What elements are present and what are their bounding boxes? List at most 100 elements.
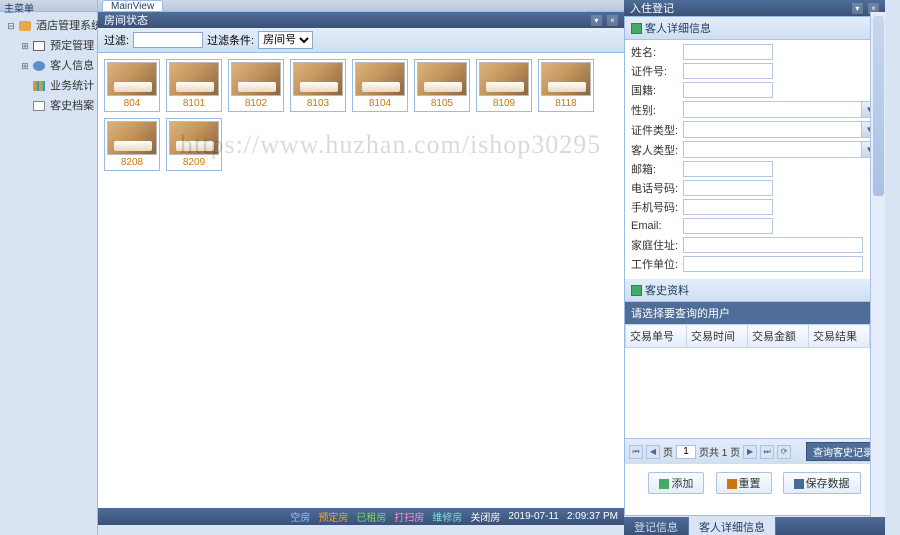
room-card[interactable]: 8118: [538, 59, 594, 112]
room-thumbnail: [169, 121, 219, 155]
document-icon: [33, 101, 45, 111]
room-number: 8118: [541, 96, 591, 109]
combo-guesttype[interactable]: ▼: [683, 141, 878, 158]
tree-root[interactable]: ⊟ 酒店管理系统: [2, 15, 95, 35]
room-grid: 804 8101 81028103810481058109 8118 8208 8209: [98, 53, 624, 518]
filter-condition-select[interactable]: 房间号: [258, 31, 313, 49]
label-email: Email:: [631, 220, 683, 232]
query-history-button[interactable]: 查询客史记录: [806, 442, 880, 461]
tree-label: 客人信息: [50, 60, 94, 72]
expand-icon[interactable]: ⊞: [20, 41, 30, 52]
legend-reserved: 预定房: [318, 509, 348, 524]
page-total: 页共 1 页: [699, 444, 740, 459]
home-icon: [19, 21, 31, 31]
sidebar: 主菜单 ⊟ 酒店管理系统 ⊞ 预定管理 ⊞ 客人信息 ⊞ 业务统计: [0, 0, 98, 535]
filter-input[interactable]: [133, 32, 203, 48]
reset-icon: [727, 479, 737, 489]
room-card[interactable]: 8104: [352, 59, 408, 112]
label-name: 姓名:: [631, 44, 683, 60]
tab-register-info[interactable]: 登记信息: [624, 517, 689, 535]
room-card[interactable]: 8208: [104, 118, 160, 171]
input-phone[interactable]: [683, 180, 773, 196]
refresh-button[interactable]: ⟳: [777, 445, 791, 459]
history-hint: 请选择要查询的用户: [625, 302, 884, 324]
collapse-icon[interactable]: ▾: [852, 3, 863, 14]
combo-guesttype-input[interactable]: [684, 142, 861, 157]
input-workunit[interactable]: [683, 256, 863, 272]
chart-icon: [33, 81, 45, 91]
room-card[interactable]: 804: [104, 59, 160, 112]
tree-item-history[interactable]: ⊞ 客史档案: [16, 95, 95, 115]
reset-button[interactable]: 重置: [716, 472, 772, 494]
tree-item-reservation[interactable]: ⊞ 预定管理: [16, 35, 95, 55]
nav-tree: ⊟ 酒店管理系统 ⊞ 预定管理 ⊞ 客人信息 ⊞ 业务统计 ⊞: [0, 12, 97, 118]
col-result[interactable]: 交易结果: [809, 325, 870, 348]
room-number: 8208: [107, 155, 157, 168]
room-number: 8101: [169, 96, 219, 109]
scrollbar-thumb[interactable]: [873, 16, 884, 196]
col-orderno[interactable]: 交易单号: [626, 325, 687, 348]
first-page-button[interactable]: ⏮: [629, 445, 643, 459]
combo-idtype-input[interactable]: [684, 122, 861, 137]
prev-page-button[interactable]: ◀: [646, 445, 660, 459]
plus-icon: [659, 479, 669, 489]
bottom-tab-strip: 登记信息 客人详细信息: [624, 517, 885, 535]
filter-condition-label: 过滤条件:: [207, 32, 254, 48]
checkin-title: 入住登记: [630, 0, 674, 16]
input-idno[interactable]: [683, 63, 773, 79]
legend-cleaning: 打扫房: [394, 509, 424, 524]
action-bar: 添加 重置 保存数据: [625, 464, 884, 502]
status-date: 2019-07-11: [508, 511, 558, 522]
room-card[interactable]: 8102: [228, 59, 284, 112]
right-scrollbar[interactable]: [870, 12, 885, 517]
room-number: 804: [107, 96, 157, 109]
save-button[interactable]: 保存数据: [783, 472, 861, 494]
input-email[interactable]: [683, 218, 773, 234]
room-card[interactable]: 8101: [166, 59, 222, 112]
guest-form: 姓名: 证件号: 国籍: 性别:▼ 证件类型:▼ 客人类型:▼ 邮箱: 电话号码…: [625, 40, 884, 279]
label-gender: 性别:: [631, 102, 683, 118]
room-thumbnail: [541, 62, 591, 96]
disk-icon: [631, 285, 642, 296]
add-button[interactable]: 添加: [648, 472, 704, 494]
room-thumbnail: [293, 62, 343, 96]
tab-mainview[interactable]: MainView: [102, 0, 163, 11]
legend-closed: 关闭房: [470, 509, 500, 524]
room-thumbnail: [107, 62, 157, 96]
room-card[interactable]: 8105: [414, 59, 470, 112]
combo-idtype[interactable]: ▼: [683, 121, 878, 138]
tree-label: 预定管理: [50, 40, 94, 52]
tab-guest-detail[interactable]: 客人详细信息: [689, 517, 776, 535]
page-input[interactable]: [676, 445, 696, 459]
input-email2[interactable]: [683, 161, 773, 177]
combo-gender[interactable]: ▼: [683, 101, 878, 118]
expand-icon[interactable]: ⊞: [20, 61, 30, 72]
disk-icon: [631, 23, 642, 34]
room-card[interactable]: 8103: [290, 59, 346, 112]
input-mobile[interactable]: [683, 199, 773, 215]
history-grid-body: [625, 348, 884, 438]
close-icon[interactable]: ×: [607, 15, 618, 26]
combo-gender-input[interactable]: [684, 102, 861, 117]
room-card[interactable]: 8209: [166, 118, 222, 171]
calendar-icon: [33, 41, 45, 51]
main-area: MainView 房间状态 ▾ × 过滤: 过滤条件: 房间号 80481018…: [98, 0, 624, 535]
filter-label: 过滤:: [104, 32, 129, 48]
checkin-panel: 入住登记 ▾ × 客人详细信息 姓名: 证件号: 国籍: 性别:▼ 证件类型:▼…: [624, 0, 885, 535]
input-homeaddr[interactable]: [683, 237, 863, 253]
col-time[interactable]: 交易时间: [687, 325, 748, 348]
last-page-button[interactable]: ⏭: [760, 445, 774, 459]
input-name[interactable]: [683, 44, 773, 60]
label-guesttype: 客人类型:: [631, 142, 683, 158]
room-number: 8209: [169, 155, 219, 168]
tree-item-guest[interactable]: ⊞ 客人信息: [16, 55, 95, 75]
tree-item-stats[interactable]: ⊞ 业务统计: [16, 75, 95, 95]
collapse-icon[interactable]: ▾: [591, 15, 602, 26]
collapse-icon[interactable]: ⊟: [6, 21, 16, 32]
room-thumbnail: [107, 121, 157, 155]
page-label: 页: [663, 444, 673, 459]
col-amount[interactable]: 交易金额: [748, 325, 809, 348]
input-nation[interactable]: [683, 82, 773, 98]
room-card[interactable]: 8109: [476, 59, 532, 112]
next-page-button[interactable]: ▶: [743, 445, 757, 459]
